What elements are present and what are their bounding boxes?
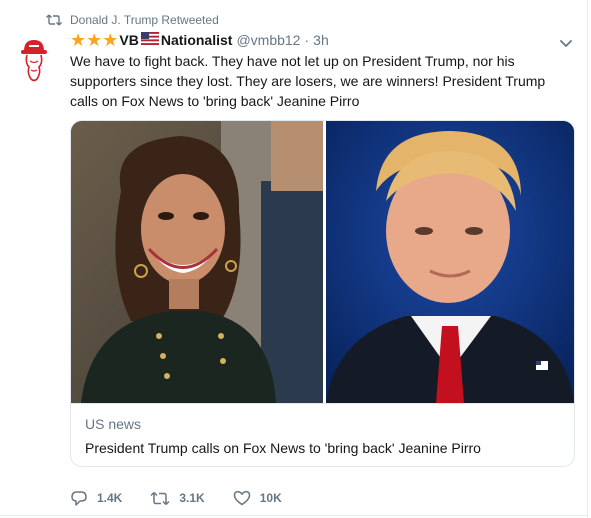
like-count: 10K <box>259 491 282 505</box>
tweet-text: We have to fight back. They have not let… <box>70 53 546 109</box>
reply-icon <box>71 490 87 506</box>
retweet-icon <box>150 491 170 505</box>
avatar[interactable] <box>19 37 49 83</box>
retweet-banner: Donald J. Trump Retweeted <box>46 12 219 28</box>
reply-count: 1.4K <box>97 491 123 505</box>
timestamp[interactable]: 3h <box>313 32 329 48</box>
card-domain: US news <box>85 416 142 432</box>
tweet-divider <box>0 515 588 516</box>
tweet-actions: 1.4K 3.1K 10K <box>70 488 310 508</box>
retweet-icon <box>46 14 62 26</box>
link-card[interactable]: US news President Trump calls on Fox New… <box>70 120 575 467</box>
card-media <box>71 121 574 403</box>
display-name-suffix[interactable]: Nationalist <box>161 32 233 48</box>
tweet[interactable]: Donald J. Trump Retweeted ★★★ VB Nationa… <box>0 0 591 518</box>
photo-woman <box>71 121 323 403</box>
star-icon: ★★★ <box>70 30 119 50</box>
chevron-down-icon <box>560 40 572 47</box>
tweet-header: ★★★ VB Nationalist @vmbb12 · 3h <box>70 30 329 50</box>
card-title: President Trump calls on Fox News to 'br… <box>85 440 481 456</box>
retweet-button[interactable]: 3.1K <box>150 491 205 506</box>
photo-man <box>326 121 574 403</box>
retweeter-link[interactable]: Donald J. Trump Retweeted <box>70 13 219 27</box>
separator-dot: · <box>304 32 310 48</box>
user-handle[interactable]: @vmbb12 <box>236 32 300 48</box>
retweet-count: 3.1K <box>179 491 205 505</box>
timeline-divider <box>587 0 588 518</box>
heart-icon <box>233 491 250 506</box>
star-emojis: ★★★ <box>70 31 118 49</box>
red-hat-avatar <box>21 40 47 82</box>
like-button[interactable]: 10K <box>233 490 282 506</box>
more-options-button[interactable] <box>559 36 573 47</box>
card-meta[interactable]: US news President Trump calls on Fox New… <box>71 403 574 466</box>
us-flag-icon <box>140 32 159 48</box>
display-name-prefix[interactable]: VB <box>119 32 138 48</box>
reply-button[interactable]: 1.4K <box>70 490 122 507</box>
